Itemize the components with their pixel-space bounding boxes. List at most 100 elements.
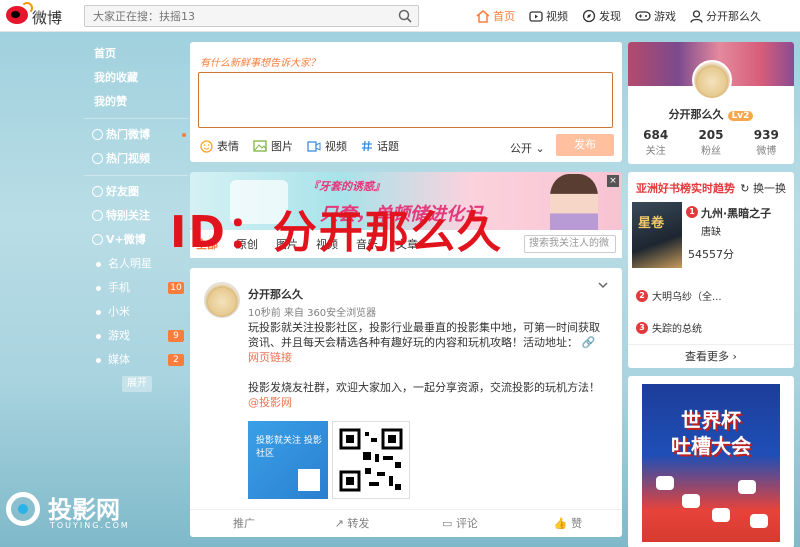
- chat-bubble-icon: [712, 508, 730, 522]
- view-more-link[interactable]: 查看更多 ›: [628, 344, 794, 368]
- post-actions: 推广 ↗ 转发 ▭ 评论 👍 赞: [190, 509, 622, 537]
- new-dot: [182, 133, 186, 137]
- worldcup-ad[interactable]: 世界杯 吐槽大会: [628, 376, 794, 547]
- book-score: 54557分: [688, 248, 734, 261]
- level-badge: Lv2: [727, 111, 754, 121]
- post-composer: 有什么新鲜事想告诉大家？ 表情 图片 视频 话题 公开 ⌄ 发布: [190, 42, 622, 162]
- sidebar-item-hot-weibo[interactable]: 热门微博: [84, 123, 188, 147]
- topic-button[interactable]: 话题: [361, 138, 399, 154]
- top-bar: 微博 首页 视频 发现 游戏 分开那么久: [0, 0, 800, 32]
- feed-search-input[interactable]: 搜索我关注人的微: [524, 235, 616, 253]
- profile-stats: 684 关注 205 粉丝 939 微博: [628, 128, 794, 157]
- like-button[interactable]: 👍 赞: [514, 510, 622, 537]
- sidebar-divider: [84, 175, 188, 176]
- count-badge: 2: [168, 354, 184, 366]
- chat-bubble-icon: [750, 514, 768, 528]
- search-input[interactable]: [85, 6, 385, 26]
- nav-discover[interactable]: 发现: [582, 0, 621, 32]
- logo-text: 微博: [32, 9, 63, 27]
- sidebar-divider: [84, 118, 188, 119]
- feed-post: 分开那么久 10秒前 来自 360安全浏览器 玩投影就关注投影社区，投影行业最垂…: [190, 268, 622, 537]
- video-camera-icon: [307, 140, 321, 152]
- avatar[interactable]: [204, 282, 240, 318]
- post-mention[interactable]: @投影网: [248, 396, 292, 409]
- image-button[interactable]: 图片: [253, 138, 293, 154]
- id-watermark: ID：分开那么久: [170, 207, 503, 258]
- brand-watermark: 投影网 TOUYING.COM: [6, 488, 156, 538]
- star-icon: [92, 210, 103, 221]
- vplus-icon: [92, 234, 103, 245]
- user-icon: [690, 9, 703, 23]
- sidebar-item-home[interactable]: 首页: [84, 42, 188, 66]
- book-author: 唐缺: [701, 227, 721, 238]
- expand-button[interactable]: 展开: [122, 376, 152, 392]
- brand-logo-icon: [6, 492, 40, 526]
- post-body: 玩投影就关注投影社区，投影行业最垂直的投影集中地，可第一时间获取资讯、并且每天会…: [248, 321, 600, 409]
- nav-profile[interactable]: 分开那么久: [690, 0, 761, 32]
- repost-button[interactable]: ↗ 转发: [298, 510, 406, 537]
- profile-card: 分开那么久 Lv2 684 关注 205 粉丝 939 微博: [628, 42, 794, 164]
- nav-games[interactable]: 游戏: [635, 0, 676, 32]
- refresh-button[interactable]: ↻ 换一换: [740, 180, 786, 196]
- sidebar-group-phone[interactable]: 手机 10: [84, 276, 188, 300]
- post-author[interactable]: 分开那么久: [248, 286, 303, 302]
- stat-posts[interactable]: 939 微博: [739, 128, 794, 157]
- chevron-down-icon[interactable]: [598, 282, 608, 289]
- friends-icon: [92, 186, 103, 197]
- card-title[interactable]: 亚洲好书榜实时趋势: [636, 180, 735, 196]
- nav-video[interactable]: 视频: [529, 0, 568, 32]
- search-icon[interactable]: [398, 9, 412, 23]
- post-image-2[interactable]: [332, 421, 410, 499]
- post-image-1[interactable]: 投影就关注 投影社区: [248, 421, 328, 499]
- smile-icon: [200, 139, 213, 153]
- sidebar-group-games[interactable]: 游戏 9: [84, 324, 188, 348]
- book-title[interactable]: 失踪的总统: [652, 320, 702, 335]
- visibility-dropdown[interactable]: 公开 ⌄: [510, 140, 545, 156]
- play-icon: [92, 153, 103, 164]
- avatar[interactable]: [692, 60, 732, 100]
- compass-icon: [582, 9, 596, 23]
- chat-bubble-icon: [656, 476, 674, 490]
- sidebar-item-hot-video[interactable]: 热门视频: [84, 147, 188, 171]
- book-title[interactable]: 大明乌纱（全...: [652, 288, 722, 303]
- model-image: [550, 174, 598, 230]
- sidebar-item-likes[interactable]: 我的赞: [84, 90, 188, 114]
- banner-slogan: 『牙套的诱惑』: [308, 180, 385, 193]
- top-nav: 首页 视频 发现 游戏 分开那么久: [476, 0, 775, 32]
- profile-name[interactable]: 分开那么久 Lv2: [628, 106, 794, 122]
- sidebar-group-media[interactable]: 媒体 2: [84, 348, 188, 372]
- composer-input[interactable]: [198, 72, 613, 128]
- qr-code-icon: [339, 428, 403, 492]
- post-meta: 10秒前 来自 360安全浏览器: [248, 308, 377, 319]
- stat-following[interactable]: 684 关注: [628, 128, 683, 157]
- emoji-button[interactable]: 表情: [200, 138, 239, 154]
- main-feed: 有什么新鲜事想告诉大家？ 表情 图片 视频 话题 公开 ⌄ 发布 『牙套的诱惑』…: [190, 42, 622, 537]
- fire-icon: [92, 129, 103, 140]
- nav-home[interactable]: 首页: [476, 0, 515, 32]
- weibo-logo[interactable]: 微博: [6, 2, 72, 28]
- home-icon: [476, 9, 490, 23]
- composer-tools: 表情 图片 视频 话题: [200, 138, 413, 154]
- stat-followers[interactable]: 205 粉丝: [683, 128, 738, 157]
- book-title[interactable]: 九州·黑暗之子: [701, 205, 771, 221]
- sidebar-group-xiaomi[interactable]: 小米: [84, 300, 188, 324]
- chat-bubble-icon: [738, 480, 756, 494]
- close-icon[interactable]: ×: [607, 175, 619, 187]
- rank-badge: 2: [636, 290, 648, 302]
- gamepad-icon: [635, 11, 651, 21]
- promote-button[interactable]: 推广: [190, 510, 298, 537]
- comment-button[interactable]: ▭ 评论: [406, 510, 514, 537]
- composer-prompt: 有什么新鲜事想告诉大家？: [200, 58, 320, 69]
- sidebar-item-favorites[interactable]: 我的收藏: [84, 66, 188, 90]
- video-button[interactable]: 视频: [307, 138, 347, 154]
- hashtag-icon: [362, 140, 372, 152]
- ad-poster: 世界杯 吐槽大会: [642, 384, 780, 542]
- image-icon: [253, 140, 267, 152]
- qr-code-icon: [298, 469, 320, 491]
- video-icon: [529, 10, 543, 22]
- book-cover[interactable]: 星卷: [632, 202, 682, 268]
- right-column: 分开那么久 Lv2 684 关注 205 粉丝 939 微博 亚洲好书榜实时趋势 ↻ 换…: [628, 42, 794, 547]
- search-box[interactable]: [84, 5, 419, 27]
- publish-button[interactable]: 发布: [556, 134, 614, 156]
- rank-badge: 1: [686, 206, 698, 218]
